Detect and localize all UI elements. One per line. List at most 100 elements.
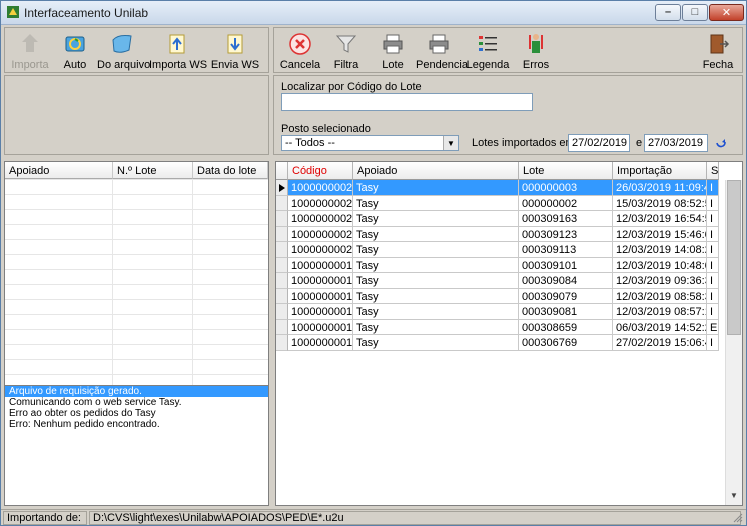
table-cell[interactable]: Tasy — [353, 273, 519, 289]
table-cell[interactable]: 000309113 — [519, 242, 613, 258]
scroll-thumb[interactable] — [727, 180, 741, 335]
row-indicator[interactable] — [276, 273, 288, 289]
posto-select[interactable]: -- Todos -- ▼ — [281, 135, 459, 151]
table-cell[interactable]: 000306769 — [519, 335, 613, 351]
table-row[interactable]: 10000000014 Tasy 000306769 27/02/2019 15:06… — [276, 335, 719, 351]
col-import-date[interactable]: Importação — [613, 162, 707, 180]
from-file-button[interactable]: Do arquivo — [97, 30, 150, 72]
log-item[interactable]: Erro: Nenhum pedido encontrado. — [5, 419, 268, 430]
table-cell[interactable]: 000309084 — [519, 273, 613, 289]
table-row[interactable]: 10000000020 Tasy 000309113 12/03/2019 14:08… — [276, 242, 719, 258]
maximize-button[interactable]: □ — [682, 4, 708, 21]
row-indicator[interactable] — [276, 304, 288, 320]
table-cell[interactable]: Tasy — [353, 319, 519, 335]
table-row[interactable]: 10000000023 Tasy 000000002 15/03/2019 08:52… — [276, 195, 719, 211]
table-cell[interactable]: 000309163 — [519, 211, 613, 227]
table-cell[interactable]: Tasy — [353, 211, 519, 227]
table-cell[interactable]: 10000000017 — [288, 288, 353, 304]
cancel-button[interactable]: Cancela — [278, 30, 322, 72]
log-item[interactable]: Arquivo de requisição gerado. — [5, 386, 268, 397]
table-cell[interactable]: I — [707, 288, 719, 304]
table-cell[interactable]: 000309079 — [519, 288, 613, 304]
batches-grid[interactable]: Código Apoiado Lote Importação S 1000000… — [275, 161, 743, 506]
table-cell[interactable]: 000308659 — [519, 319, 613, 335]
table-cell[interactable]: 000309081 — [519, 304, 613, 320]
import-ws-button[interactable]: Importa WS — [149, 30, 207, 72]
table-row[interactable]: 10000000017 Tasy 000309079 12/03/2019 08:58… — [276, 288, 719, 304]
table-cell[interactable]: 10000000014 — [288, 335, 353, 351]
table-cell[interactable]: 27/02/2019 15:06:46 — [613, 335, 707, 351]
row-indicator[interactable] — [276, 226, 288, 242]
table-cell[interactable]: I — [707, 211, 719, 227]
minimize-button[interactable]: – — [655, 4, 681, 21]
date-from-input[interactable]: 27/02/2019 — [568, 134, 630, 152]
date-to-input[interactable]: 27/03/2019 — [644, 134, 708, 152]
table-cell[interactable]: Tasy — [353, 257, 519, 273]
table-cell[interactable]: 06/03/2019 14:52:25 — [613, 319, 707, 335]
table-cell[interactable]: 000309101 — [519, 257, 613, 273]
table-cell[interactable]: I — [707, 335, 719, 351]
resize-grip-icon[interactable] — [733, 513, 743, 523]
table-cell[interactable]: 15/03/2019 08:52:57 — [613, 195, 707, 211]
log-list[interactable]: Arquivo de requisição gerado. Comunicand… — [4, 386, 269, 506]
table-row[interactable]: 10000000019 Tasy 000309101 12/03/2019 10:48… — [276, 257, 719, 273]
table-cell[interactable]: Tasy — [353, 242, 519, 258]
table-cell[interactable]: I — [707, 304, 719, 320]
row-indicator[interactable] — [276, 242, 288, 258]
log-item[interactable]: Erro ao obter os pedidos do Tasy — [5, 408, 268, 419]
table-cell[interactable]: Tasy — [353, 288, 519, 304]
row-indicator[interactable] — [276, 288, 288, 304]
import-button[interactable]: Importa — [7, 30, 53, 72]
table-cell[interactable]: Tasy — [353, 226, 519, 242]
table-row[interactable]: 10000000021 Tasy 000309123 12/03/2019 15:46… — [276, 226, 719, 242]
table-cell[interactable]: I — [707, 273, 719, 289]
col-batch[interactable]: Lote — [519, 162, 613, 180]
table-cell[interactable]: 10000000022 — [288, 211, 353, 227]
table-cell[interactable]: Tasy — [353, 195, 519, 211]
table-cell[interactable]: 10000000019 — [288, 257, 353, 273]
col-apoiado[interactable]: Apoiado — [5, 162, 113, 179]
table-cell[interactable]: 10000000016 — [288, 304, 353, 320]
table-cell[interactable]: Tasy — [353, 304, 519, 320]
table-cell[interactable]: 12/03/2019 08:57:14 — [613, 304, 707, 320]
table-cell[interactable]: E — [707, 319, 719, 335]
row-indicator[interactable] — [276, 257, 288, 273]
col-batch-number[interactable]: N.º Lote — [113, 162, 193, 179]
row-indicator[interactable] — [276, 319, 288, 335]
table-cell[interactable]: 000000002 — [519, 195, 613, 211]
legend-button[interactable]: Legenda — [466, 30, 510, 72]
table-cell[interactable]: 12/03/2019 08:58:38 — [613, 288, 707, 304]
table-cell[interactable]: 000000003 — [519, 180, 613, 196]
row-indicator[interactable] — [276, 211, 288, 227]
table-cell[interactable]: 12/03/2019 15:46:05 — [613, 226, 707, 242]
table-row[interactable]: 10000000024 Tasy 000000003 26/03/2019 11:09… — [276, 180, 719, 196]
table-cell[interactable]: 10000000024 — [288, 180, 353, 196]
row-indicator[interactable] — [276, 180, 288, 196]
table-row[interactable]: 10000000018 Tasy 000309084 12/03/2019 09:36… — [276, 273, 719, 289]
batch-print-button[interactable]: Lote — [374, 30, 412, 72]
apoiado-grid[interactable]: Apoiado N.º Lote Data do lote — [4, 161, 269, 386]
table-cell[interactable]: I — [707, 257, 719, 273]
table-row[interactable]: 10000000022 Tasy 000309163 12/03/2019 16:54… — [276, 211, 719, 227]
col-apoiado[interactable]: Apoiado — [353, 162, 519, 180]
table-cell[interactable]: 12/03/2019 09:36:32 — [613, 273, 707, 289]
table-row[interactable]: 10000000016 Tasy 000309081 12/03/2019 08:57… — [276, 304, 719, 320]
auto-button[interactable]: Auto — [55, 30, 95, 72]
row-indicator[interactable] — [276, 195, 288, 211]
scroll-down-icon[interactable]: ▼ — [726, 491, 742, 505]
refresh-icon[interactable] — [715, 136, 727, 148]
table-cell[interactable]: Tasy — [353, 335, 519, 351]
pending-button[interactable]: Pendencia — [416, 30, 468, 72]
close-button[interactable]: ✕ — [709, 4, 744, 21]
vertical-scrollbar[interactable]: ▼ — [725, 180, 742, 505]
col-code[interactable]: Código — [288, 162, 353, 180]
col-batch-date[interactable]: Data do lote — [193, 162, 268, 179]
table-cell[interactable]: 12/03/2019 10:48:04 — [613, 257, 707, 273]
filter-button[interactable]: Filtra — [326, 30, 366, 72]
table-cell[interactable]: 10000000018 — [288, 273, 353, 289]
table-cell[interactable]: 10000000015 — [288, 319, 353, 335]
log-item[interactable]: Comunicando com o web service Tasy. — [5, 397, 268, 408]
table-cell[interactable]: 10000000020 — [288, 242, 353, 258]
errors-button[interactable]: Erros — [516, 30, 556, 72]
chevron-down-icon[interactable]: ▼ — [443, 136, 458, 150]
